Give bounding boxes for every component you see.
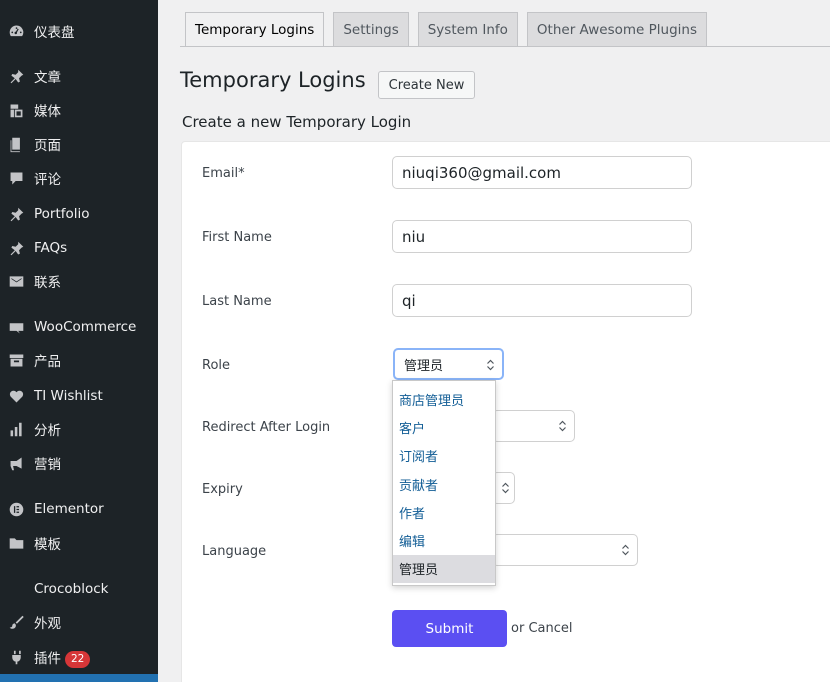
select-chevron-icon xyxy=(622,544,629,556)
megaphone-icon xyxy=(7,454,25,472)
last-name-label: Last Name xyxy=(202,294,272,309)
sidebar-item-elementor[interactable]: Elementor xyxy=(0,494,158,524)
email-field[interactable]: niuqi360@gmail.com xyxy=(392,156,692,189)
sidebar-item-analytics[interactable]: 分析 xyxy=(0,414,158,444)
sidebar-item-label: Elementor xyxy=(34,501,104,517)
sidebar-item-label: 产品 xyxy=(34,354,61,370)
sidebar-active-indicator xyxy=(0,674,158,682)
sidebar-item-label: Portfolio xyxy=(34,206,90,222)
bar-chart-icon xyxy=(7,420,25,438)
sidebar-item-posts[interactable]: 文章 xyxy=(0,61,158,91)
folder-icon xyxy=(7,534,25,552)
sidebar-item-label: 插件 22 xyxy=(34,647,91,668)
role-option-customer[interactable]: 客户 xyxy=(393,413,495,441)
language-select[interactable] xyxy=(492,534,638,566)
woocommerce-icon xyxy=(7,318,25,336)
brush-icon xyxy=(7,613,25,631)
sidebar-item-media[interactable]: 媒体 xyxy=(0,95,158,125)
or-text: or xyxy=(511,621,525,636)
select-chevron-icon xyxy=(487,359,494,371)
select-chevron-icon xyxy=(502,482,509,494)
sidebar-item-pages[interactable]: 页面 xyxy=(0,129,158,159)
tab-settings[interactable]: Settings xyxy=(333,12,409,47)
role-dropdown-list: 商店管理员 客户 订阅者 贡献者 作者 编辑 管理员 xyxy=(392,380,496,586)
sidebar-item-marketing[interactable]: 营销 xyxy=(0,448,158,478)
first-name-label: First Name xyxy=(202,230,272,245)
sidebar-item-woocommerce[interactable]: WooCommerce xyxy=(0,312,158,342)
sidebar-item-label: WooCommerce xyxy=(34,319,137,335)
redirect-select[interactable] xyxy=(492,410,575,442)
plugin-tabs: Temporary Logins Settings System Info Ot… xyxy=(185,12,716,47)
sidebar-item-label: 评论 xyxy=(34,172,61,188)
sidebar-item-label: 仪表盘 xyxy=(34,25,75,41)
role-select-value: 管理员 xyxy=(404,358,444,374)
dashboard-icon xyxy=(7,22,25,40)
pin-icon xyxy=(7,67,25,85)
admin-sidebar: 仪表盘 文章 媒体 页面 评论 Portfolio FAQs 联系 WooCom… xyxy=(0,0,158,682)
page-icon xyxy=(7,135,25,153)
create-new-button[interactable]: Create New xyxy=(378,71,475,99)
sidebar-item-label: 联系 xyxy=(34,275,61,291)
page-title: Temporary Logins xyxy=(180,68,366,92)
tab-temporary-logins[interactable]: Temporary Logins xyxy=(185,12,325,47)
role-option-subscriber[interactable]: 订阅者 xyxy=(393,442,495,470)
sidebar-item-contact[interactable]: 联系 xyxy=(0,266,158,296)
role-option-editor[interactable]: 编辑 xyxy=(393,526,495,554)
sidebar-item-products[interactable]: 产品 xyxy=(0,345,158,375)
role-option-contributor[interactable]: 贡献者 xyxy=(393,470,495,498)
mail-icon xyxy=(7,272,25,290)
sidebar-item-comments[interactable]: 评论 xyxy=(0,163,158,193)
sidebar-item-label: 外观 xyxy=(34,616,61,632)
plugin-icon xyxy=(7,648,25,666)
or-cancel: or Cancel xyxy=(511,621,573,636)
tab-system-info[interactable]: System Info xyxy=(417,12,518,47)
redirect-label: Redirect After Login xyxy=(202,420,331,435)
select-chevron-icon xyxy=(559,420,566,432)
sidebar-item-portfolio[interactable]: Portfolio xyxy=(0,199,158,229)
heart-icon xyxy=(7,387,25,405)
sidebar-item-label: 文章 xyxy=(34,70,61,86)
tabs-divider xyxy=(180,46,830,47)
last-name-field[interactable]: qi xyxy=(392,284,692,317)
first-name-field[interactable]: niu xyxy=(392,220,692,253)
main-content: Temporary Logins Settings System Info Ot… xyxy=(158,0,830,682)
sidebar-item-label: 模板 xyxy=(34,537,61,553)
cancel-link[interactable]: Cancel xyxy=(528,621,572,636)
sidebar-item-ti-wishlist[interactable]: TI Wishlist xyxy=(0,381,158,411)
comment-icon xyxy=(7,169,25,187)
sidebar-item-appearance[interactable]: 外观 xyxy=(0,607,158,637)
sidebar-item-label: Crocoblock xyxy=(34,581,109,597)
role-option-author[interactable]: 作者 xyxy=(393,498,495,526)
tab-other-awesome-plugins[interactable]: Other Awesome Plugins xyxy=(526,12,707,47)
media-icon xyxy=(7,101,25,119)
role-option-administrator[interactable]: 管理员 xyxy=(393,554,495,584)
sidebar-item-dashboard[interactable]: 仪表盘 xyxy=(0,16,158,46)
update-count-badge: 22 xyxy=(65,650,91,668)
sidebar-item-plugins[interactable]: 插件 22 xyxy=(0,642,158,672)
role-option-shop-manager[interactable]: 商店管理员 xyxy=(393,385,495,413)
sidebar-item-label-text: 插件 xyxy=(34,650,61,667)
elementor-icon xyxy=(7,500,25,518)
role-label: Role xyxy=(202,358,231,373)
sidebar-item-label: 分析 xyxy=(34,423,61,439)
sidebar-item-label: 页面 xyxy=(34,138,61,154)
role-select[interactable]: 管理员 xyxy=(393,348,504,380)
submit-button[interactable]: Submit xyxy=(392,610,507,647)
pin-icon xyxy=(7,205,25,223)
archive-icon xyxy=(7,351,25,369)
sidebar-item-faqs[interactable]: FAQs xyxy=(0,233,158,263)
sidebar-item-label: 营销 xyxy=(34,457,61,473)
language-label: Language xyxy=(202,544,267,559)
sidebar-item-templates[interactable]: 模板 xyxy=(0,528,158,558)
email-label: Email* xyxy=(202,166,245,181)
section-title: Create a new Temporary Login xyxy=(182,113,412,131)
expiry-label: Expiry xyxy=(202,482,243,497)
sidebar-item-label: 媒体 xyxy=(34,104,61,120)
sidebar-item-crocoblock[interactable]: Crocoblock xyxy=(0,574,158,604)
sidebar-item-label: TI Wishlist xyxy=(34,388,103,404)
sidebar-item-label: FAQs xyxy=(34,240,68,256)
pin-icon xyxy=(7,239,25,257)
